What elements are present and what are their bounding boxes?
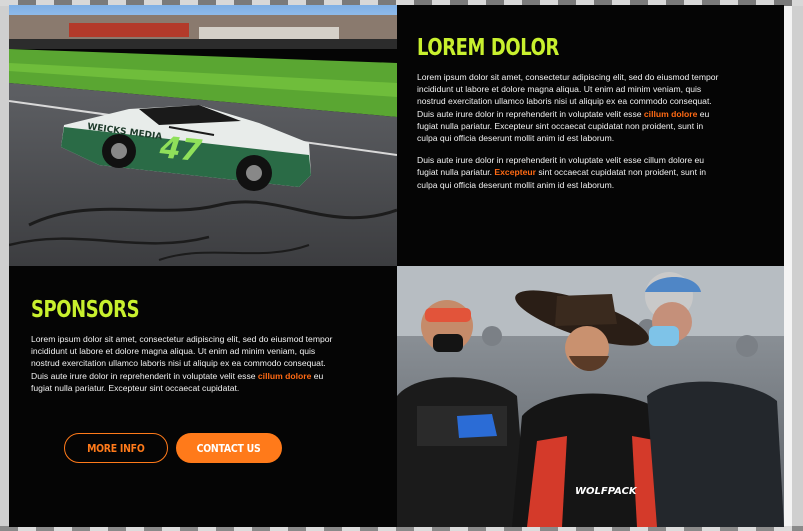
section-paragraph-1: Lorem ipsum dolor sit amet, consectetur … — [417, 71, 722, 144]
jacket-text: WOLFPACK — [575, 486, 638, 497]
sponsors-paragraph: Lorem ipsum dolor sit amet, consectetur … — [31, 333, 336, 394]
sponsors-section: SPONSORS Lorem ipsum dolor sit amet, con… — [31, 297, 336, 404]
race-car-illustration: WEICKS MEDIA 47 — [9, 5, 397, 266]
crew-illustration: WOLFPACK — [397, 266, 784, 527]
race-car-photo: WEICKS MEDIA 47 — [9, 5, 397, 266]
crew-photo: WOLFPACK — [397, 266, 784, 527]
section-paragraph-2: Duis aute irure dolor in reprehenderit i… — [417, 154, 722, 191]
contact-us-button[interactable]: CONTACT US — [176, 433, 282, 463]
lorem-dolor-section: LOREM DOLOR Lorem ipsum dolor sit amet, … — [417, 35, 722, 201]
paragraph-highlight: Excepteur — [494, 167, 536, 178]
more-info-button[interactable]: MORE INFO — [64, 433, 168, 463]
section-heading-sponsors: SPONSORS — [31, 297, 140, 323]
car-number-text: 47 — [157, 130, 203, 169]
contact-us-label: CONTACT US — [197, 441, 261, 455]
content-panel: WEICKS MEDIA 47 LOREM DOLOR Lorem ipsum … — [9, 5, 784, 527]
more-info-label: MORE INFO — [87, 441, 145, 455]
section-heading-lorem-dolor: LOREM DOLOR — [417, 35, 559, 61]
paragraph-highlight: cillum dolore — [643, 108, 698, 119]
paragraph-highlight: cillum dolore — [257, 370, 312, 381]
